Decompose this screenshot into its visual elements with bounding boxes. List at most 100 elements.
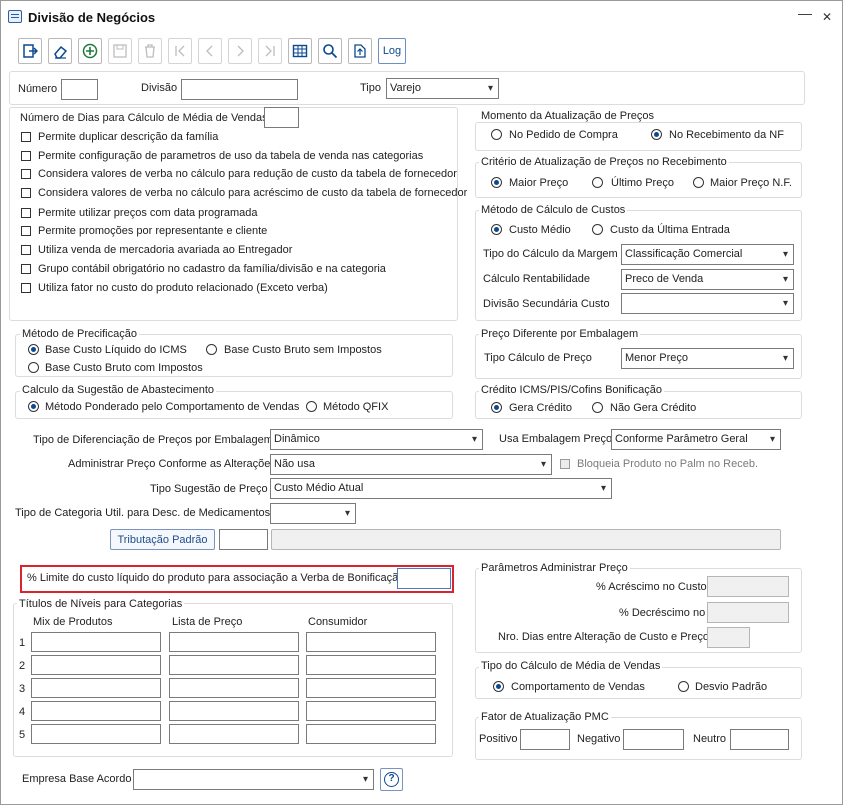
- diferenciacao-label: Tipo de Diferenciação de Preços por Emba…: [33, 434, 273, 446]
- chevron-down-icon: ▾: [782, 249, 788, 260]
- tributacao-codigo-input[interactable]: [219, 529, 268, 550]
- dias-input[interactable]: [264, 107, 299, 128]
- grid-button[interactable]: [288, 38, 312, 64]
- rentabilidade-select[interactable]: Preco de Venda ▾: [621, 269, 794, 290]
- mix-input[interactable]: [31, 655, 161, 675]
- empresa-select[interactable]: ▾: [133, 769, 374, 790]
- tipo-calculo-select[interactable]: Menor Preço ▾: [621, 348, 794, 369]
- divsec-select[interactable]: ▾: [621, 293, 794, 314]
- radio-label: Último Preço: [611, 177, 674, 189]
- tributacao-padrao-button[interactable]: Tributação Padrão: [110, 529, 215, 550]
- radio-comportamento-vendas[interactable]: [493, 681, 504, 692]
- previous-record-button[interactable]: [198, 38, 222, 64]
- first-record-button[interactable]: [168, 38, 192, 64]
- categoria-select[interactable]: ▾: [270, 503, 356, 524]
- administrar-value: Não usa: [274, 458, 315, 470]
- help-button[interactable]: ?: [380, 768, 403, 791]
- neutro-input[interactable]: [730, 729, 789, 750]
- radio-label: Base Custo Bruto sem Impostos: [224, 344, 382, 356]
- radio-maior-preco[interactable]: [491, 177, 502, 188]
- radio-no-pedido[interactable]: [491, 129, 502, 140]
- row-number: 4: [19, 706, 26, 718]
- margem-select[interactable]: Classificação Comercial ▾: [621, 244, 794, 265]
- empresa-label: Empresa Base Acordo: [22, 773, 132, 785]
- mix-input[interactable]: [31, 678, 161, 698]
- eraser-icon: [54, 45, 68, 59]
- search-icon: [323, 44, 338, 59]
- checkbox-verba-acrescimo[interactable]: [21, 188, 31, 198]
- next-record-button[interactable]: [228, 38, 252, 64]
- lista-input[interactable]: [169, 701, 299, 721]
- administrar-select[interactable]: Não usa ▾: [270, 454, 552, 475]
- export-button[interactable]: [348, 38, 372, 64]
- checkbox-parametros-tabela[interactable]: [21, 151, 31, 161]
- diferenciacao-select[interactable]: Dinâmico ▾: [270, 429, 483, 450]
- checkbox-duplicar-descricao[interactable]: [21, 132, 31, 142]
- lista-input[interactable]: [169, 655, 299, 675]
- close-button[interactable]: ✕: [822, 10, 832, 24]
- criterio-title: Critério de Atualização de Preços no Rec…: [479, 156, 729, 168]
- radio-label: Não Gera Crédito: [610, 402, 697, 414]
- checkbox-grupo-contabil[interactable]: [21, 264, 31, 274]
- usa-embalagem-select[interactable]: Conforme Parâmetro Geral ▾: [611, 429, 781, 450]
- radio-bruto-sem-impostos[interactable]: [206, 344, 217, 355]
- radio-ultimo-preco[interactable]: [592, 177, 603, 188]
- radio-metodo-qfix[interactable]: [306, 401, 317, 412]
- checkbox-data-programada[interactable]: [21, 208, 31, 218]
- search-button[interactable]: [318, 38, 342, 64]
- radio-maior-preco-nf[interactable]: [693, 177, 704, 188]
- radio-custo-liquido[interactable]: [28, 344, 39, 355]
- limite-input[interactable]: [397, 568, 451, 589]
- exit-button[interactable]: [18, 38, 42, 64]
- log-button[interactable]: Log: [378, 38, 406, 64]
- divisao-input[interactable]: [181, 79, 298, 100]
- mix-input[interactable]: [31, 701, 161, 721]
- consumidor-input[interactable]: [306, 678, 436, 698]
- radio-no-recebimento[interactable]: [651, 129, 662, 140]
- sugestao-title: Calculo da Sugestão de Abastecimento: [20, 384, 217, 396]
- preco-emb-title: Preço Diferente por Embalagem: [479, 328, 641, 340]
- consumidor-input[interactable]: [306, 632, 436, 652]
- radio-bruto-com-impostos[interactable]: [28, 362, 39, 373]
- checkbox-fator-custo[interactable]: [21, 283, 31, 293]
- add-button[interactable]: [78, 38, 102, 64]
- sugestao-preco-select[interactable]: Custo Médio Atual ▾: [270, 478, 612, 499]
- last-record-button[interactable]: [258, 38, 282, 64]
- radio-desvio-padrao[interactable]: [678, 681, 689, 692]
- radio-custo-ultima-entrada[interactable]: [592, 224, 603, 235]
- consumidor-input[interactable]: [306, 701, 436, 721]
- mix-input[interactable]: [31, 724, 161, 744]
- categoria-label: Tipo de Categoria Util. para Desc. de Me…: [15, 507, 271, 519]
- radio-nao-gera-credito[interactable]: [592, 402, 603, 413]
- neutro-label: Neutro: [693, 733, 727, 745]
- numero-input[interactable]: [61, 79, 98, 100]
- checkbox-label: Considera valores de verba no cálculo pa…: [38, 168, 457, 180]
- consumidor-input[interactable]: [306, 655, 436, 675]
- radio-metodo-ponderado[interactable]: [28, 401, 39, 412]
- minimize-button[interactable]: —: [798, 5, 812, 21]
- tipo-label: Tipo: [360, 82, 381, 94]
- radio-custo-medio[interactable]: [491, 224, 502, 235]
- lista-input[interactable]: [169, 632, 299, 652]
- checkbox-promocoes[interactable]: [21, 226, 31, 236]
- lista-input[interactable]: [169, 724, 299, 744]
- positivo-input[interactable]: [520, 729, 570, 750]
- consumidor-input[interactable]: [306, 724, 436, 744]
- chevron-down-icon: ▾: [769, 434, 775, 445]
- checkbox-avariada[interactable]: [21, 245, 31, 255]
- table-icon: [292, 44, 308, 58]
- radio-label: Desvio Padrão: [695, 681, 768, 693]
- mix-input[interactable]: [31, 632, 161, 652]
- tipo-select[interactable]: Varejo ▾: [386, 78, 499, 99]
- lista-input[interactable]: [169, 678, 299, 698]
- checkbox-verba-reducao[interactable]: [21, 169, 31, 179]
- negativo-input[interactable]: [623, 729, 684, 750]
- checkbox-bloqueia-palm[interactable]: [560, 459, 570, 469]
- sugestao-preco-value: Custo Médio Atual: [274, 482, 364, 494]
- divsec-label: Divisão Secundária Custo: [483, 298, 610, 310]
- delete-button[interactable]: [138, 38, 162, 64]
- save-button[interactable]: [108, 38, 132, 64]
- radio-gera-credito[interactable]: [491, 402, 502, 413]
- clear-button[interactable]: [48, 38, 72, 64]
- media-vendas-title: Tipo do Cálculo de Média de Vendas: [479, 660, 663, 672]
